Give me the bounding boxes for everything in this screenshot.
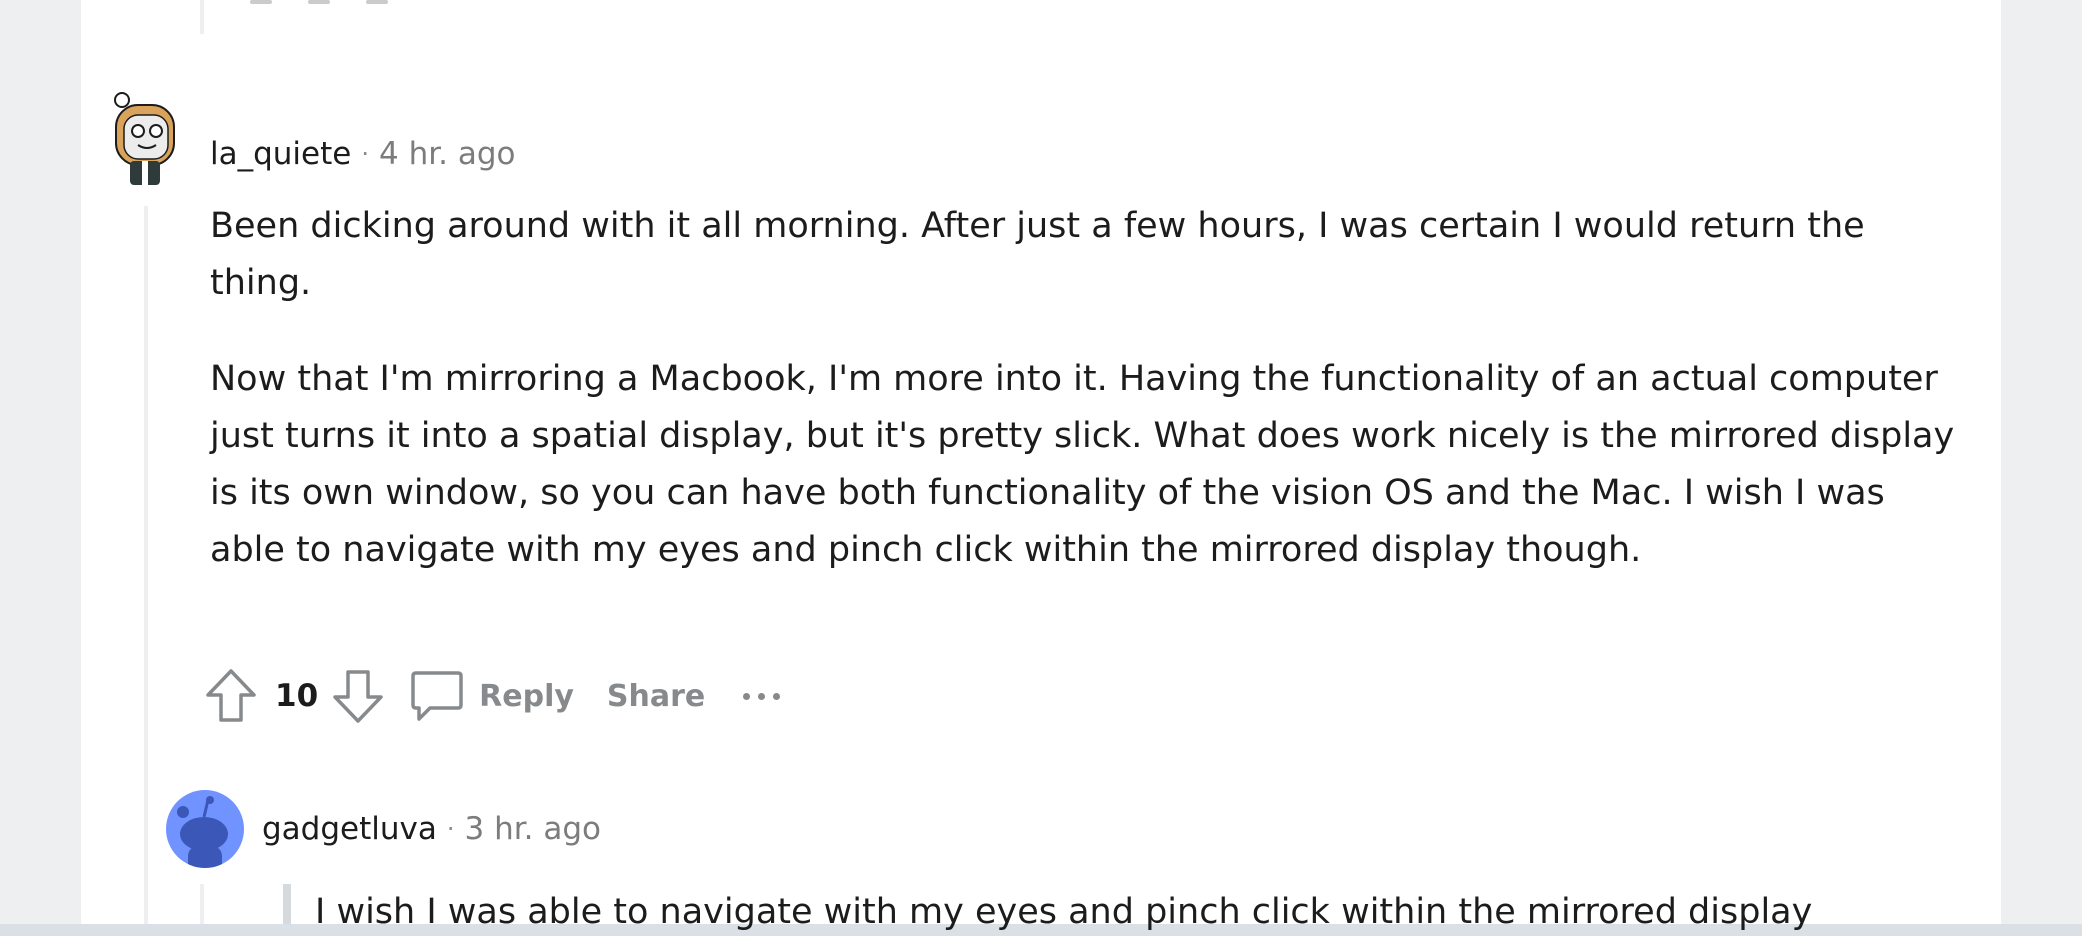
comment-body: Been dicking around with it all morning.… [210, 198, 1970, 579]
thread-line[interactable] [144, 206, 148, 924]
comment-paragraph: Been dicking around with it all morning.… [210, 206, 1865, 303]
comment-meta: gadgetluva · 3 hr. ago [262, 805, 601, 853]
reply-button[interactable]: Reply [479, 679, 574, 714]
previous-comment-actions-partial [250, 0, 388, 10]
upvote-icon[interactable] [205, 668, 257, 724]
snoo-avatar-icon [166, 790, 244, 868]
right-gutter [2001, 0, 2082, 924]
downvote-icon[interactable] [332, 668, 384, 724]
thread-line[interactable] [200, 884, 204, 924]
meta-separator: · [446, 815, 455, 843]
vote-count: 10 [275, 678, 319, 714]
comment-time[interactable]: 4 hr. ago [379, 136, 515, 172]
toast-avatar-icon [114, 92, 175, 185]
comment-bubble-icon[interactable] [410, 669, 464, 723]
thread-line-previous[interactable] [200, 0, 204, 34]
avatar[interactable] [166, 790, 244, 872]
share-button[interactable]: Share [607, 679, 705, 714]
comment-actions: 10 Reply Share [205, 663, 781, 729]
author-name[interactable]: gadgetluva [262, 811, 437, 847]
comment-paragraph: Now that I'm mirroring a Macbook, I'm mo… [210, 359, 1955, 570]
meta-separator: · [361, 140, 369, 168]
comment-time[interactable]: 3 hr. ago [465, 811, 601, 847]
more-options-icon[interactable] [743, 692, 781, 700]
quoted-text: I wish I was able to navigate with my ey… [315, 892, 1813, 932]
avatar[interactable] [108, 91, 182, 195]
left-gutter [0, 0, 81, 924]
blockquote-bar [283, 884, 291, 924]
author-name[interactable]: la_quiete [210, 136, 351, 172]
comment-meta: la_quiete · 4 hr. ago [210, 130, 515, 178]
